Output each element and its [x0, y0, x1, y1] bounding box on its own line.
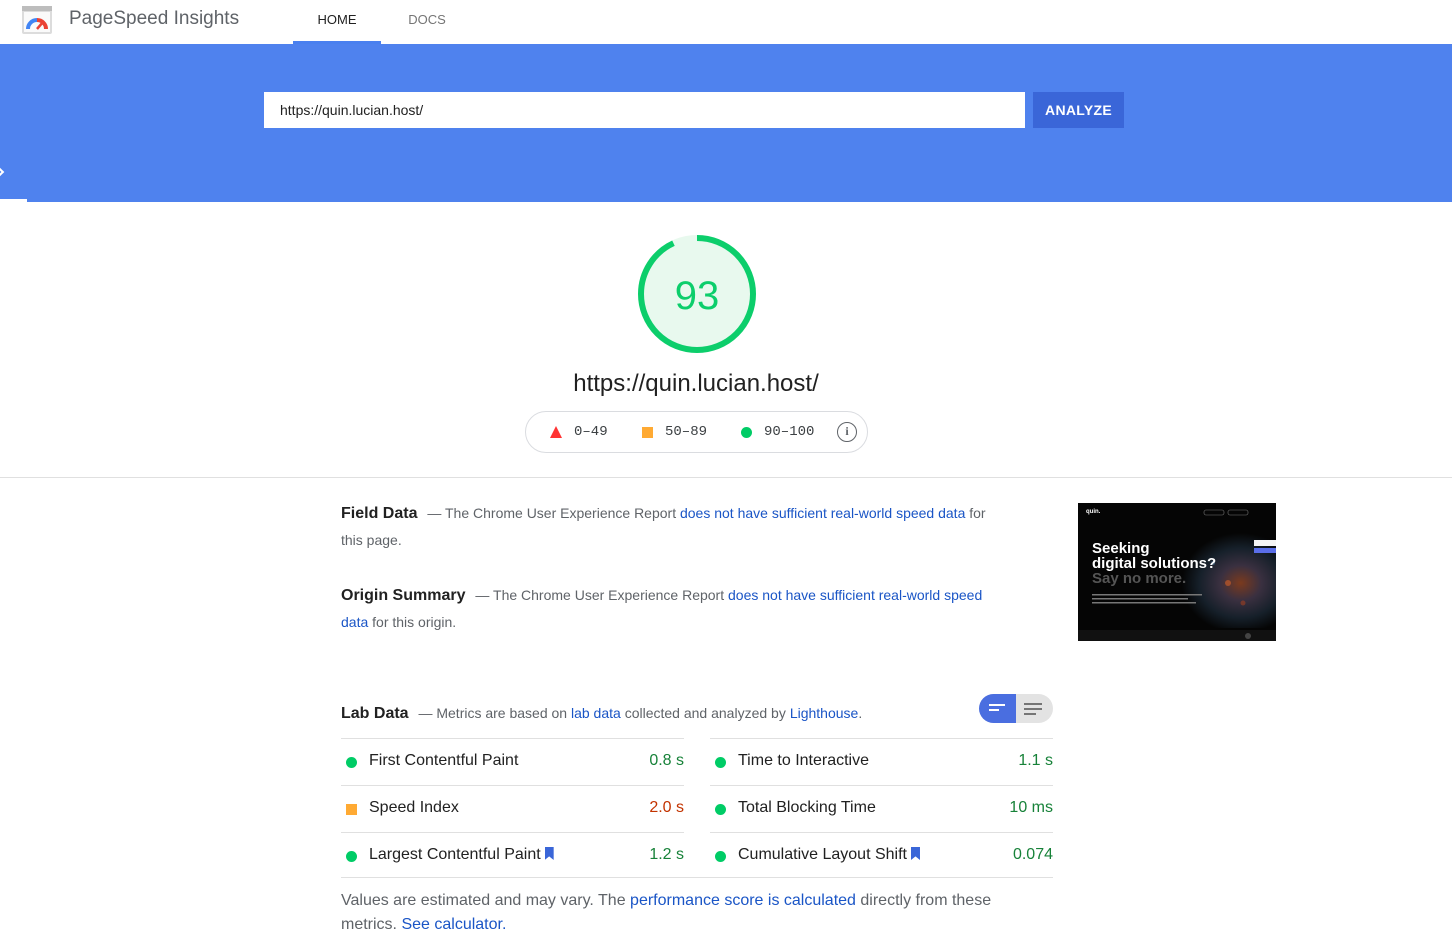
score-gauge: 93 [638, 235, 756, 353]
field-data-prefix: — The Chrome User Experience Report [427, 505, 677, 521]
metric-time-to-interactive: Time to Interactive 1.1 s [710, 738, 1053, 785]
lab-data-link[interactable]: lab data [571, 705, 621, 721]
screenshot-headline-3: Say no more. [1092, 570, 1187, 587]
pass-circle-icon [715, 757, 726, 768]
footnote-text-1: Values are estimated and may vary. The [341, 892, 626, 909]
lighthouse-link[interactable]: Lighthouse [790, 705, 859, 721]
tab-docs[interactable]: DOCS [386, 0, 468, 44]
pass-circle-icon [715, 804, 726, 815]
url-input[interactable] [264, 92, 1025, 128]
metric-value: 2.0 s [649, 799, 684, 816]
field-data-heading: Field Data [341, 505, 418, 522]
device-tab-indicator [0, 199, 27, 202]
metric-label: Cumulative Layout Shift [738, 846, 920, 864]
bookmark-icon[interactable] [544, 847, 554, 860]
chevron-left-icon[interactable] [0, 167, 5, 177]
lab-data-text-2: collected and analyzed by [624, 705, 786, 721]
metric-value: 0.074 [1012, 846, 1053, 863]
pass-circle-icon [741, 427, 752, 438]
metric-speed-index: Speed Index 2.0 s [341, 785, 684, 832]
expanded-view-button[interactable] [1016, 694, 1053, 723]
expanded-list-icon [1024, 703, 1042, 718]
origin-summary-suffix: for this origin. [372, 614, 457, 630]
compact-view-button[interactable] [979, 694, 1016, 723]
metrics-divider [341, 877, 1053, 878]
compact-list-icon [989, 704, 1007, 714]
metric-total-blocking-time: Total Blocking Time 10 ms [710, 785, 1053, 832]
metrics-footnote: Values are estimated and may vary. The p… [341, 889, 1021, 937]
legend-pass-range: 90–100 [764, 424, 815, 440]
metric-value: 10 ms [1009, 799, 1053, 816]
screenshot-headline-2: digital solutions? [1092, 555, 1217, 572]
score-calculated-link[interactable]: performance score is calculated [630, 892, 856, 909]
page-screenshot-thumbnail: quin. Seeking digital solutions? Say no … [1078, 503, 1276, 641]
pass-circle-icon [346, 851, 357, 862]
lab-data-text-3: . [858, 705, 863, 721]
legend-fail-range: 0–49 [574, 424, 608, 440]
tab-home[interactable]: HOME [293, 0, 381, 44]
lab-data-text-1: — Metrics are based on [418, 705, 568, 721]
pass-circle-icon [346, 757, 357, 768]
pagespeed-logo-icon [22, 6, 52, 34]
bookmark-icon[interactable] [910, 847, 920, 860]
origin-summary-prefix: — The Chrome User Experience Report [475, 587, 725, 603]
metric-value: 1.1 s [1018, 752, 1053, 769]
section-divider [0, 477, 1452, 478]
screenshot-headline-1: Seeking [1092, 540, 1150, 557]
metric-cumulative-layout-shift: Cumulative Layout Shift 0.074 [710, 832, 1053, 879]
lab-data-title: Lab Data — Metrics are based on lab data… [341, 702, 862, 725]
app-title: PageSpeed Insights [69, 8, 240, 29]
info-icon[interactable]: i [837, 422, 857, 442]
metric-value: 1.2 s [649, 846, 684, 863]
metrics-view-toggle [979, 694, 1053, 723]
metric-label: Speed Index [369, 799, 459, 816]
average-square-icon [642, 427, 653, 438]
metric-label: Time to Interactive [738, 752, 870, 769]
field-data-section: Field Data — The Chrome User Experience … [341, 500, 991, 553]
origin-summary-heading: Origin Summary [341, 587, 466, 604]
metric-label: First Contentful Paint [369, 752, 519, 769]
metric-largest-contentful-paint: Largest Contentful Paint 1.2 s [341, 832, 684, 879]
pass-circle-icon [715, 851, 726, 862]
field-data-link[interactable]: does not have sufficient real-world spee… [680, 505, 965, 521]
lab-data-heading: Lab Data [341, 705, 409, 722]
score-legend: 0–49 50–89 90–100 i [525, 411, 868, 453]
metric-value: 0.8 s [649, 752, 684, 769]
score-value: 93 [675, 274, 720, 318]
fail-triangle-icon [550, 426, 562, 438]
legend-average-range: 50–89 [665, 424, 708, 440]
see-calculator-link[interactable]: See calculator. [401, 916, 506, 933]
analyzed-url: https://quin.lucian.host/ [573, 370, 819, 397]
metric-first-contentful-paint: First Contentful Paint 0.8 s [341, 738, 684, 785]
metric-label: Largest Contentful Paint [369, 846, 554, 864]
top-nav: PageSpeed Insights HOME DOCS [0, 0, 1452, 44]
origin-summary-section: Origin Summary — The Chrome User Experie… [341, 582, 991, 635]
search-header: ANALYZE [0, 44, 1452, 202]
average-square-icon [346, 804, 357, 815]
analyze-button[interactable]: ANALYZE [1033, 92, 1124, 128]
screenshot-brand: quin. [1086, 509, 1101, 515]
metric-label: Total Blocking Time [738, 799, 876, 816]
